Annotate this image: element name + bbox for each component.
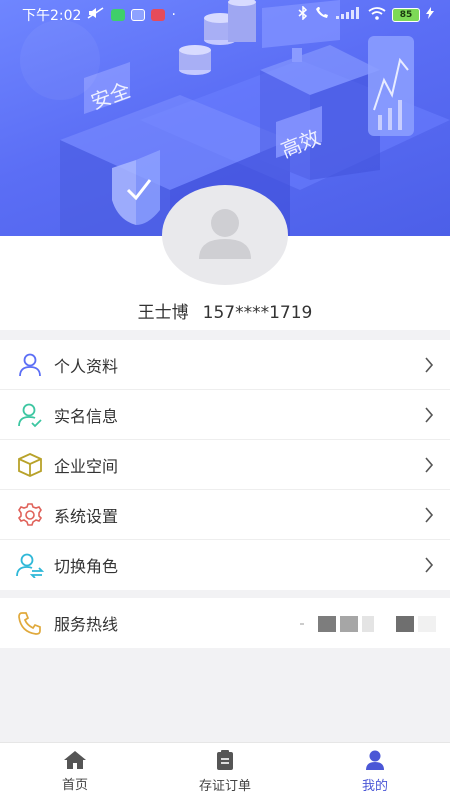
tab-label: 存证订单 [198,779,251,794]
clipboard-icon [217,750,233,770]
avatar-placeholder-icon [199,209,251,259]
user-switch-icon [16,551,44,579]
tab-label: 我的 [361,779,388,794]
status-dot: · [171,7,176,23]
charging-icon [426,7,434,23]
gear-icon [16,501,44,529]
user-phone: 157****1719 [202,303,313,323]
chevron-right-icon [425,457,434,473]
menu-item-switch-role[interactable]: 切换角色 [0,540,450,590]
message-icon [131,9,146,21]
user-info: 王士博 157****1719 [0,298,450,323]
hotline-label: 服务热线 [54,615,119,634]
box-icon [16,451,44,479]
signal-icon [336,7,362,23]
menu-item-label: 系统设置 [54,506,119,526]
status-time: 下午2:02 [22,8,82,24]
home-icon [64,751,86,769]
hotline-number-redacted [300,616,436,632]
menu-item-real-name[interactable]: 实名信息 [0,390,450,440]
user-check-icon [16,401,44,429]
menu-item-profile[interactable]: 个人资料 [0,340,450,390]
service-hotline[interactable]: 服务热线 [0,598,450,648]
tab-label: 首页 [61,778,88,793]
bottom-tab-bar: 首页 存证订单 我的 [0,742,450,800]
tab-orders[interactable]: 存证订单 [150,743,300,800]
chevron-right-icon [425,557,434,573]
wifi-icon [368,6,386,24]
menu-item-label: 个人资料 [54,356,119,376]
user-icon [16,351,44,379]
menu-item-enterprise[interactable]: 企业空间 [0,440,450,490]
phone-icon [16,609,44,637]
tiktok-icon [151,9,166,21]
menu-item-label: 实名信息 [54,406,119,426]
settings-menu: 个人资料 实名信息 企业空间 系统设置 切换角色 [0,340,450,590]
bluetooth-icon [298,5,308,24]
menu-item-label: 企业空间 [54,456,119,476]
battery-level: 85 [392,8,420,22]
tab-mine[interactable]: 我的 [300,743,450,800]
chevron-right-icon [425,357,434,373]
menu-item-label: 切换角色 [54,557,119,576]
user-name: 王士博 [137,303,189,323]
mute-icon [87,7,105,23]
avatar[interactable] [162,185,288,285]
tab-home[interactable]: 首页 [0,743,150,800]
status-bar: 下午2:02 · 85 [0,0,450,30]
chevron-right-icon [425,507,434,523]
person-icon [366,750,384,770]
call-icon [314,6,330,23]
chevron-right-icon [425,407,434,423]
wechat-icon [111,9,126,21]
menu-item-settings[interactable]: 系统设置 [0,490,450,540]
